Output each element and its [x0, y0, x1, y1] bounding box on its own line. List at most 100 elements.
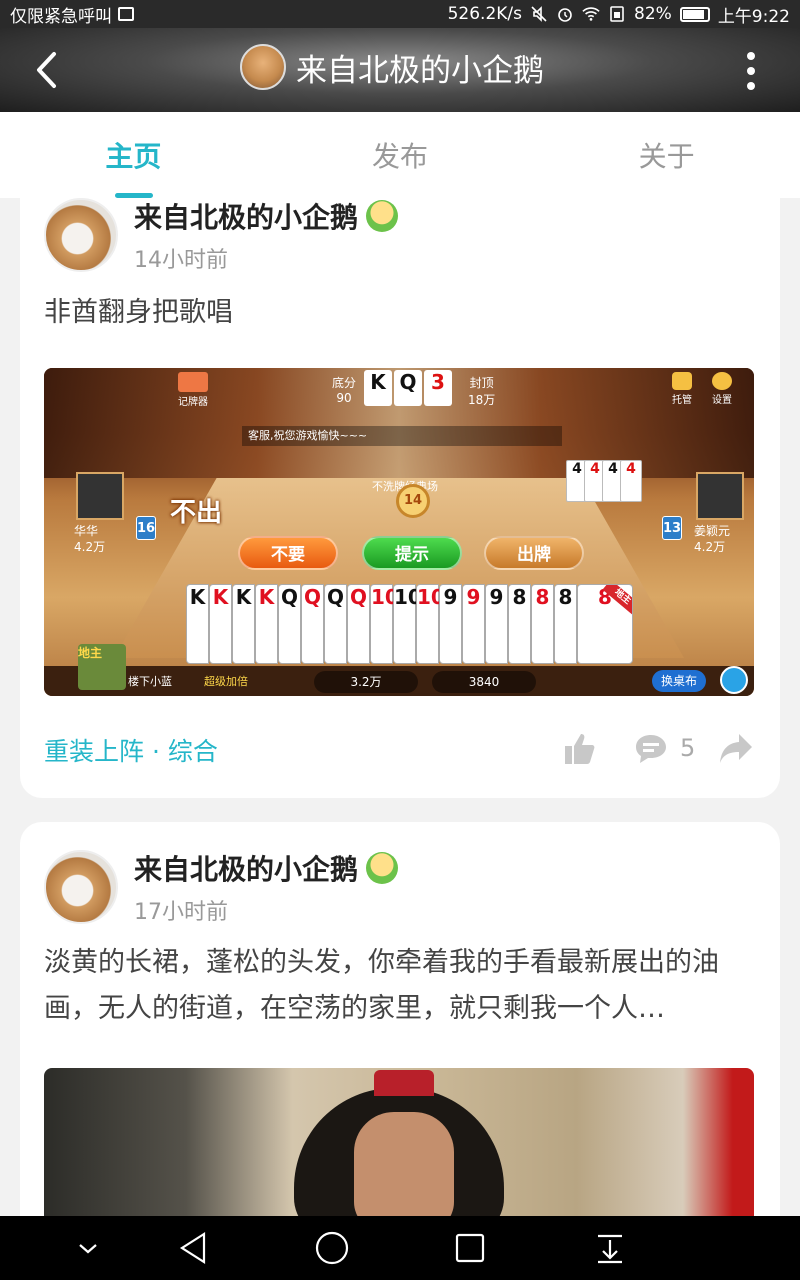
- post-category[interactable]: 重装上阵 · 综合: [44, 732, 218, 768]
- right-player-avatar: [696, 472, 744, 520]
- post-text[interactable]: 淡黄的长裙，蓬松的头发，你牵着我的手看最新展出的油画，无人的街道，在空荡的家里，…: [44, 940, 754, 1032]
- chat-message: 客服,祝您游戏愉快~~~: [242, 426, 562, 446]
- comment-icon[interactable]: [634, 732, 668, 766]
- trustee-icon: 托管: [672, 372, 692, 406]
- battery-text: 82%: [634, 4, 672, 24]
- left-card-count: 16: [136, 516, 156, 540]
- author-avatar[interactable]: [44, 198, 118, 272]
- recents-square-icon[interactable]: [452, 1230, 488, 1266]
- net-speed: 526.2K/s: [447, 4, 523, 24]
- author-name[interactable]: 来自北极的小企鹅: [134, 198, 358, 236]
- played-cards: 4 4 4 4: [566, 460, 642, 502]
- top-card: 3: [424, 370, 452, 406]
- system-nav-bar: [0, 1216, 800, 1280]
- user-badge-icon: [366, 200, 399, 232]
- post-image[interactable]: 底分 90 K Q 3 封顶 18万 记牌器 托管 设置 客服,祝您游戏愉快~~~ …: [44, 368, 754, 696]
- base-score: 90: [336, 391, 352, 405]
- chevron-down-icon[interactable]: [70, 1230, 106, 1266]
- post-text[interactable]: 非酋翻身把歌唱: [44, 290, 754, 336]
- hand-card: 8: [508, 584, 531, 664]
- game-hint-button: 提示: [362, 536, 462, 570]
- cap-value: 18万: [468, 393, 496, 407]
- hand-card: Q: [324, 584, 347, 664]
- wifi-icon: [582, 7, 600, 21]
- hand-card: K: [255, 584, 278, 664]
- hand-card: Q: [278, 584, 301, 664]
- comment-count: 5: [680, 734, 696, 762]
- more-button[interactable]: [744, 52, 758, 90]
- turn-timer: 14: [396, 484, 430, 518]
- hand-card: K: [209, 584, 232, 664]
- more-vertical-icon: [747, 52, 755, 60]
- cap-label: 封顶: [469, 376, 494, 390]
- self-name: 楼下小蓝: [128, 675, 172, 688]
- left-player-name: 华华: [74, 524, 99, 538]
- profile-header: 来自北极的小企鹅: [0, 28, 800, 112]
- post-feed[interactable]: 来自北极的小企鹅 14小时前 非酋翻身把歌唱 底分 90 K Q 3 封顶 18万 …: [0, 198, 800, 1216]
- mute-icon: [531, 6, 547, 22]
- tab-about[interactable]: 关于: [533, 112, 800, 198]
- hand-card: 9: [485, 584, 508, 664]
- header-avatar[interactable]: [240, 44, 286, 90]
- home-circle-icon[interactable]: [314, 1230, 350, 1266]
- photo-content: [44, 1068, 754, 1216]
- user-badge-icon: [366, 852, 399, 884]
- post-time: 17小时前: [134, 900, 228, 925]
- battery-icon: [679, 6, 710, 22]
- post-card[interactable]: 来自北极的小企鹅 14小时前 非酋翻身把歌唱 底分 90 K Q 3 封顶 18万 …: [20, 198, 780, 798]
- card-counter: 记牌器: [178, 372, 208, 408]
- author-name[interactable]: 来自北极的小企鹅: [134, 848, 358, 888]
- post-image[interactable]: [44, 1068, 754, 1216]
- left-player-avatar: [76, 472, 124, 520]
- game-pass-button: 不要: [238, 536, 338, 570]
- settings-gear-icon: 设置: [712, 372, 732, 406]
- landlord-cards: K Q 3: [364, 370, 452, 406]
- hand-card: 10: [416, 584, 445, 664]
- like-icon[interactable]: [562, 732, 596, 766]
- right-card-count: 13: [662, 516, 682, 540]
- back-button[interactable]: [26, 50, 66, 90]
- right-player-name: 姜颖元: [694, 524, 731, 538]
- game-play-button: 出牌: [484, 536, 584, 570]
- share-icon[interactable]: [718, 732, 754, 766]
- chat-bubble-icon: [720, 666, 748, 694]
- back-arrow-icon: [37, 52, 56, 88]
- hand-card: K: [232, 584, 255, 664]
- hand-card: 10: [393, 584, 422, 664]
- hand-card: 8 地主: [577, 584, 633, 664]
- back-triangle-icon[interactable]: [176, 1230, 212, 1266]
- sim-icon: [610, 6, 624, 22]
- author-avatar[interactable]: [44, 850, 118, 924]
- self-coins: 3.2万: [314, 671, 418, 693]
- top-card: K: [364, 370, 392, 406]
- hand-card: 8: [554, 584, 577, 664]
- game-score: 3840: [432, 671, 536, 693]
- game-screenshot: 底分 90 K Q 3 封顶 18万 记牌器 托管 设置 客服,祝您游戏愉快~~~ …: [44, 368, 754, 696]
- tab-publish[interactable]: 发布: [267, 112, 534, 198]
- player-hand: K K K K Q Q Q Q 10 10 10 9 9 9 8 8 8 8 地主: [186, 584, 633, 664]
- change-table-button: 换桌布: [652, 670, 706, 692]
- post-time: 14小时前: [134, 248, 228, 273]
- profile-tabs: 主页 发布 关于: [0, 112, 800, 198]
- top-card: Q: [394, 370, 422, 406]
- left-player-coins: 4.2万: [74, 540, 106, 554]
- image-icon: [118, 7, 134, 21]
- tab-home[interactable]: 主页: [0, 112, 267, 198]
- hand-card: 8: [531, 584, 554, 664]
- hand-card: Q: [301, 584, 324, 664]
- alarm-icon: [558, 8, 572, 22]
- status-bar: 仅限紧急呼叫 526.2K/s 82% 上午9:22: [0, 0, 800, 28]
- right-player-coins: 4.2万: [694, 540, 726, 554]
- hand-card: 10: [370, 584, 399, 664]
- hand-card: 9: [462, 584, 485, 664]
- pass-indicator: 不出: [170, 498, 223, 528]
- hand-card: Q: [347, 584, 370, 664]
- post-footer: 重装上阵 · 综合 5: [44, 732, 754, 772]
- base-score-label: 底分: [332, 376, 357, 390]
- hand-card: 9: [439, 584, 462, 664]
- hand-card: K: [186, 584, 209, 664]
- multiplier: 超级加倍: [204, 675, 248, 688]
- post-card[interactable]: 来自北极的小企鹅 17小时前 淡黄的长裙，蓬松的头发，你牵着我的手看最新展出的油…: [20, 822, 780, 1216]
- header-title: 来自北极的小企鹅: [296, 52, 544, 89]
- notification-pull-icon[interactable]: [592, 1230, 628, 1266]
